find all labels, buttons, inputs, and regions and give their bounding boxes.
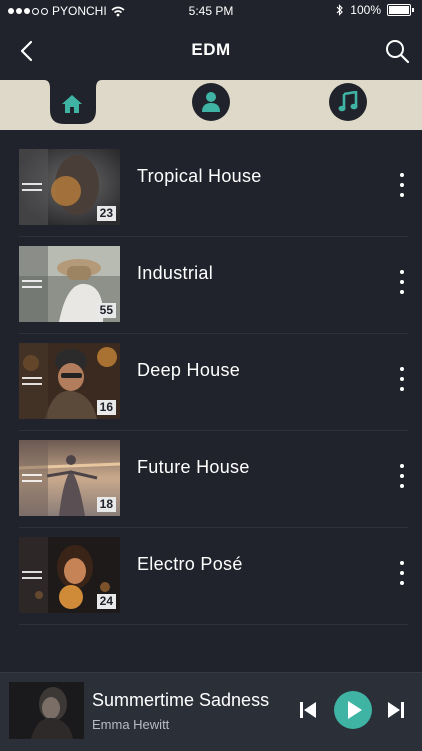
song-count-badge: 23: [96, 206, 116, 221]
playlist-thumbnail: 24: [19, 537, 120, 613]
drag-handle[interactable]: [22, 377, 42, 385]
song-count-badge: 18: [96, 497, 116, 512]
song-count-badge: 55: [96, 303, 116, 318]
search-icon[interactable]: [384, 38, 410, 64]
playlist-thumbnail: 23: [19, 149, 120, 225]
status-bar: PYONCHI 5:45 PM 100%: [0, 0, 422, 22]
now-playing-artwork: [9, 682, 84, 739]
previous-track-icon[interactable]: [298, 700, 318, 720]
battery-percent: 100%: [350, 3, 381, 17]
playlist-title: Electro Posé: [137, 554, 243, 574]
now-playing-title: Summertime Sadness: [92, 690, 270, 710]
now-playing-artist: Emma Hewitt: [92, 717, 170, 732]
playlist-row-future-house[interactable]: 18 Future House: [0, 431, 422, 528]
drag-handle[interactable]: [22, 474, 42, 482]
user-icon: [202, 92, 220, 112]
playlist-thumbnail: 55: [19, 246, 120, 322]
bluetooth-icon: [336, 4, 344, 16]
playlist-title: Deep House: [137, 360, 241, 380]
playlist-row-tropical-house[interactable]: 23 Tropical House: [0, 140, 422, 237]
now-playing-bar[interactable]: Summertime Sadness Emma Hewitt: [0, 672, 422, 751]
more-options-icon[interactable]: [398, 173, 406, 197]
song-count-badge: 16: [96, 400, 116, 415]
more-options-icon[interactable]: [398, 367, 406, 391]
tab-music[interactable]: [329, 83, 367, 121]
playlist-title: Tropical House: [137, 166, 262, 186]
home-icon: [62, 95, 82, 113]
status-right: 100%: [336, 3, 414, 17]
song-count-badge: 24: [96, 594, 116, 609]
music-note-icon: [338, 91, 358, 112]
drag-handle[interactable]: [22, 280, 42, 288]
drag-handle[interactable]: [22, 183, 42, 191]
playlist-title: Industrial: [137, 263, 214, 283]
battery-tip: [412, 8, 414, 12]
tab-profile[interactable]: [192, 83, 230, 121]
drag-handle[interactable]: [22, 571, 42, 579]
tab-bar: [0, 80, 422, 130]
page-title: EDM: [191, 40, 231, 59]
playlist-row-deep-house[interactable]: 16 Deep House: [0, 334, 422, 431]
play-button[interactable]: [334, 691, 372, 729]
more-options-icon[interactable]: [398, 464, 406, 488]
playlist-thumbnail: 16: [19, 343, 120, 419]
playlist-thumbnail: 18: [19, 440, 120, 516]
playlist-row-industrial[interactable]: 55 Industrial: [0, 237, 422, 334]
playlist-row-electro-pose[interactable]: 24 Electro Posé: [0, 528, 422, 625]
nav-header: EDM: [0, 22, 422, 80]
row-divider: [19, 624, 408, 625]
album-art-image: [9, 682, 84, 739]
playlist-title: Future House: [137, 457, 250, 477]
tab-home[interactable]: [53, 85, 91, 123]
next-track-icon[interactable]: [386, 700, 406, 720]
more-options-icon[interactable]: [398, 270, 406, 294]
more-options-icon[interactable]: [398, 561, 406, 585]
battery-icon: [387, 4, 411, 16]
